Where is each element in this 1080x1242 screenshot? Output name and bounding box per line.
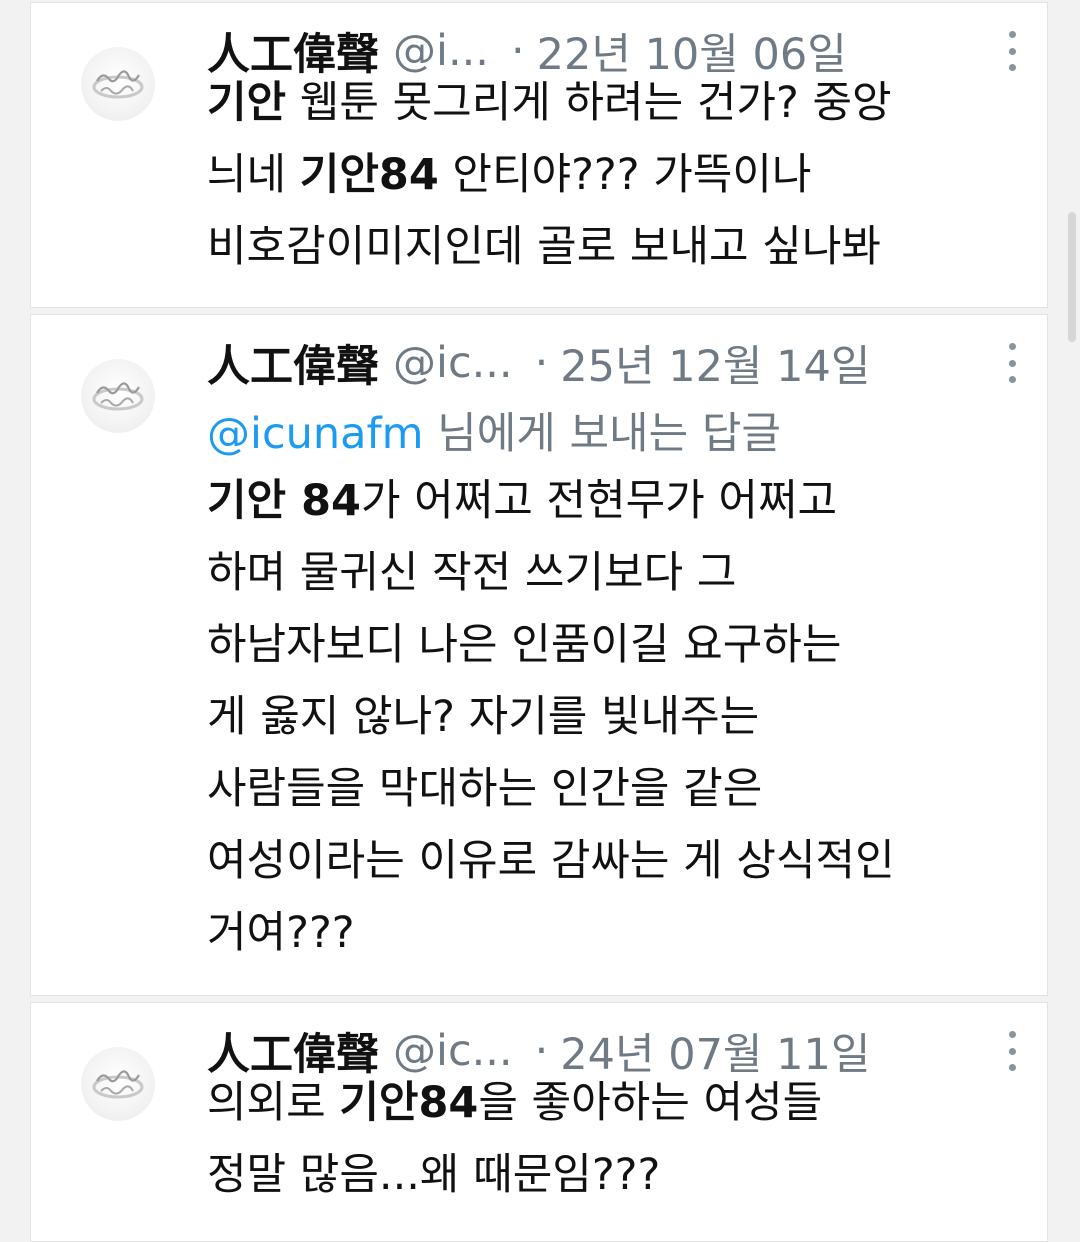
text-segment: 안티야??? 가뜩이나 xyxy=(438,150,812,200)
tweet-header: 人工偉聲 @ic... · 25년 12월 14일 xyxy=(207,332,1016,394)
text-segment: 늬네 xyxy=(207,150,300,200)
tweet-text-line: 거여??? xyxy=(207,897,1027,969)
bold-text: 기안84 xyxy=(339,1078,479,1128)
tweet-date[interactable]: 25년 12월 14일 xyxy=(560,332,870,394)
bold-text: 기안 84 xyxy=(207,476,361,526)
text-segment: 비호감이미지인데 골로 보내고 싶나봐 xyxy=(207,222,881,272)
reply-mention-link[interactable]: @icunafm xyxy=(207,409,423,459)
avatar[interactable] xyxy=(81,1047,155,1121)
scrollbar[interactable] xyxy=(1068,212,1076,342)
tweet-text: 기안 84가 어쩌고 전현무가 어쩌고하며 물귀신 작전 쓰기보다 그하남자보디… xyxy=(207,465,1027,969)
tweet-text-line: 기안 웹툰 못그리게 하려는 건가? 중앙 xyxy=(207,67,1027,139)
text-segment: 정말 많음...왜 때문임??? xyxy=(207,1150,661,1200)
reply-context-text: 님에게 보내는 답글 xyxy=(423,409,781,459)
text-segment: 거여??? xyxy=(207,908,355,958)
tweet-text-line: 여성이라는 이유로 감싸는 게 상식적인 xyxy=(207,825,1027,897)
author-handle[interactable]: @ic... xyxy=(393,338,513,388)
tweet-text: 의외로 기안84을 좋아하는 여성들정말 많음...왜 때문임??? xyxy=(207,1067,1027,1211)
ring-avatar-icon xyxy=(92,382,144,411)
more-vertical-icon[interactable] xyxy=(997,1031,1027,1071)
text-segment: 사람들을 막대하는 인간을 같은 xyxy=(207,764,763,814)
tweet-text-line: 비호감이미지인데 골로 보내고 싶나봐 xyxy=(207,211,1027,283)
tweet-text-line: 의외로 기안84을 좋아하는 여성들 xyxy=(207,1067,1027,1139)
avatar[interactable] xyxy=(81,359,155,433)
separator-dot: · xyxy=(534,338,549,388)
author-name[interactable]: 人工偉聲 xyxy=(207,332,379,394)
tweet-text-line: 게 옳지 않나? 자기를 빛내주는 xyxy=(207,681,1027,753)
avatar[interactable] xyxy=(81,47,155,121)
bold-text: 기안84 xyxy=(299,150,439,200)
text-segment: 을 좋아하는 여성들 xyxy=(478,1078,823,1128)
text-segment: 가 어쩌고 전현무가 어쩌고 xyxy=(360,476,838,526)
text-segment: 의외로 xyxy=(207,1078,340,1128)
tweet-card[interactable]: 人工偉聲 @ic... · 24년 07월 11일 의외로 기안84을 좋아하는… xyxy=(30,1002,1048,1242)
tweet-text-line: 사람들을 막대하는 인간을 같은 xyxy=(207,753,1027,825)
tweet-text-line: 늬네 기안84 안티야??? 가뜩이나 xyxy=(207,139,1027,211)
text-segment: 웹툰 못그리게 하려는 건가? 중앙 xyxy=(286,78,892,128)
bold-text: 기안 xyxy=(207,78,287,128)
tweet-text-line: 정말 많음...왜 때문임??? xyxy=(207,1139,1027,1211)
more-vertical-icon[interactable] xyxy=(997,343,1027,383)
text-segment: 게 옳지 않나? 자기를 빛내주는 xyxy=(207,692,760,742)
text-segment: 하며 물귀신 작전 쓰기보다 그 xyxy=(207,548,737,598)
tweet-text-line: 기안 84가 어쩌고 전현무가 어쩌고 xyxy=(207,465,1027,537)
ring-avatar-icon xyxy=(92,70,144,99)
more-vertical-icon[interactable] xyxy=(997,31,1027,71)
reply-context: @icunafm 님에게 보내는 답글 xyxy=(207,399,781,461)
tweet-card[interactable]: 人工偉聲 @ic... · 25년 12월 14일 @icunafm 님에게 보… xyxy=(30,314,1048,996)
ring-avatar-icon xyxy=(92,1070,144,1099)
text-segment: 하남자보디 나은 인품이길 요구하는 xyxy=(207,620,842,670)
text-segment: 여성이라는 이유로 감싸는 게 상식적인 xyxy=(207,836,895,886)
tweet-text-line: 하며 물귀신 작전 쓰기보다 그 xyxy=(207,537,1027,609)
tweet-text-line: 하남자보디 나은 인품이길 요구하는 xyxy=(207,609,1027,681)
tweet-text: 기안 웹툰 못그리게 하려는 건가? 중앙 늬네 기안84 안티야??? 가뜩이나… xyxy=(207,67,1027,283)
tweet-card[interactable]: 人工偉聲 @i... · 22년 10월 06일 기안 웹툰 못그리게 하려는 … xyxy=(30,2,1048,308)
